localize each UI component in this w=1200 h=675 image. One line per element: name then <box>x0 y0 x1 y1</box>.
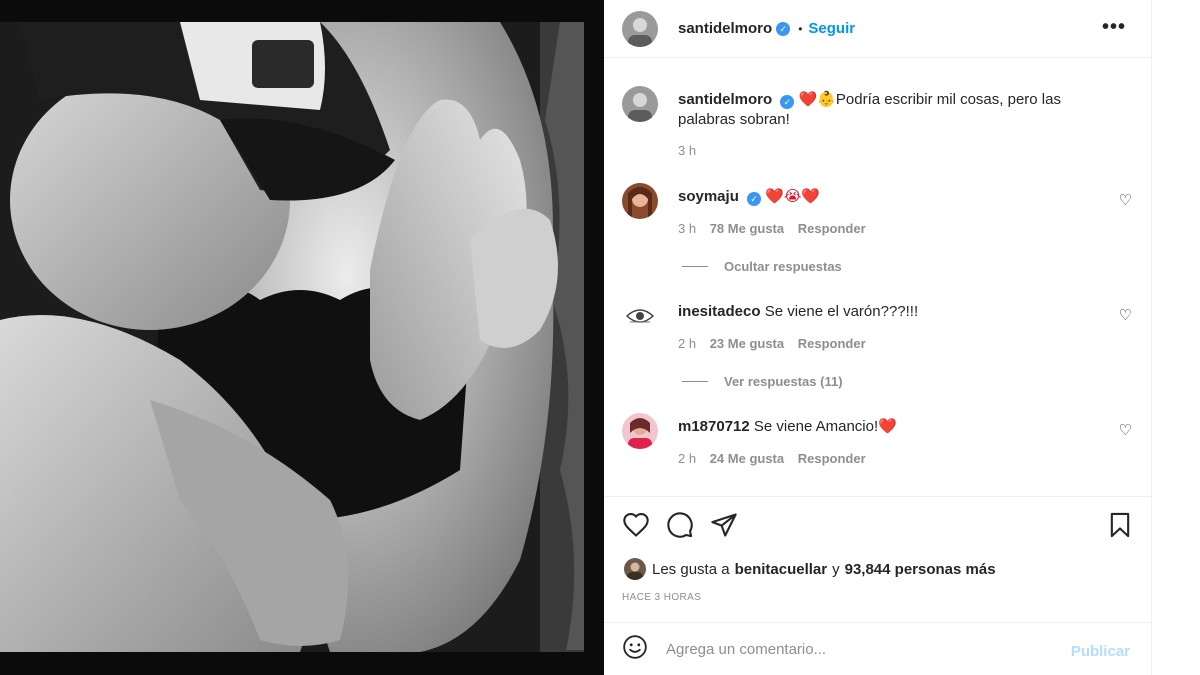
reply-button[interactable]: Responder <box>798 451 866 466</box>
verified-badge-icon: ✓ <box>747 192 762 206</box>
comment-time[interactable]: 2 h <box>678 451 696 466</box>
comment-emoji: ❤️ <box>878 418 897 435</box>
comment-item: m1870712 Se viene Amancio!❤️ ♡ 2 h 24 Me… <box>622 413 1142 477</box>
caption-row: santidelmoro ✓ ❤️👶Podría escribir mil co… <box>622 86 1142 160</box>
comment-bar: Publicar <box>604 622 1152 675</box>
author-avatar[interactable] <box>622 10 658 47</box>
caption-time[interactable]: 3 h <box>678 143 696 158</box>
reply-button[interactable]: Responder <box>798 336 866 351</box>
likes-prefix: Les gusta a <box>652 560 730 578</box>
toggle-replies-label: Ver respuestas (11) <box>724 374 843 389</box>
comment-username[interactable]: soymaju <box>678 188 739 205</box>
caption-avatar[interactable] <box>622 86 658 122</box>
comment-time[interactable]: 3 h <box>678 221 696 236</box>
follow-button[interactable]: Seguir <box>808 20 855 37</box>
comment-meta: 2 h 24 Me gusta Responder <box>678 451 876 466</box>
comment-text: Se viene el varón???!!! <box>764 303 919 320</box>
header-separator: • <box>798 21 803 36</box>
caption-username[interactable]: santidelmoro <box>678 91 772 108</box>
commenter-avatar[interactable] <box>622 298 658 334</box>
verified-badge-icon: ✓ <box>780 95 795 109</box>
liker-username[interactable]: benitacuellar <box>735 561 828 578</box>
like-comment-heart-icon[interactable]: ♡ <box>1119 191 1132 209</box>
comment-item: inesitadeco Se viene el varón???!!! ♡ 2 … <box>622 298 1142 398</box>
comment-likes[interactable]: 23 Me gusta <box>710 336 784 351</box>
share-icon[interactable] <box>710 511 738 544</box>
smiley-icon[interactable] <box>622 634 648 665</box>
author-username[interactable]: santidelmoro <box>678 20 772 37</box>
comment-icon[interactable] <box>666 511 694 544</box>
right-gutter <box>1152 0 1200 675</box>
comment-input[interactable] <box>666 640 1046 658</box>
comment-text-block: m1870712 Se viene Amancio!❤️ <box>678 417 1118 437</box>
likes-others[interactable]: 93,844 personas más <box>845 561 996 578</box>
comment-meta: 2 h 23 Me gusta Responder <box>678 336 876 351</box>
comment-item: soymaju ✓ ❤️😭❤️ ♡ 3 h 78 Me gusta Respon… <box>622 183 1142 283</box>
more-options-icon[interactable]: ••• <box>1102 17 1126 37</box>
likes-summary: Les gusta a benitacuellar y 93,844 perso… <box>624 558 996 580</box>
heart-outline-icon[interactable] <box>622 511 650 544</box>
post-side-panel: santidelmoro ✓ • Seguir ••• santidelmoro… <box>604 0 1152 675</box>
commenter-avatar[interactable] <box>622 413 658 449</box>
post-photo[interactable] <box>0 0 604 675</box>
replies-divider <box>682 266 708 267</box>
post-time-ago[interactable]: HACE 3 HORAS <box>622 592 701 603</box>
toggle-replies-button[interactable]: Ocultar respuestas <box>682 259 842 274</box>
publish-button[interactable]: Publicar <box>1071 643 1130 660</box>
post-header: santidelmoro ✓ • Seguir ••• <box>604 0 1152 58</box>
likes-connector: y <box>832 560 840 578</box>
comment-username[interactable]: m1870712 <box>678 418 750 435</box>
verified-badge-icon: ✓ <box>776 21 791 36</box>
bookmark-icon[interactable] <box>1106 511 1134 544</box>
comment-time[interactable]: 2 h <box>678 336 696 351</box>
comment-emoji: ❤️😭❤️ <box>765 188 821 205</box>
comment-likes[interactable]: 24 Me gusta <box>710 451 784 466</box>
commenter-avatar[interactable] <box>622 183 658 219</box>
like-comment-heart-icon[interactable]: ♡ <box>1119 421 1132 439</box>
caption-meta: 3 h <box>678 143 706 158</box>
like-comment-heart-icon[interactable]: ♡ <box>1119 306 1132 324</box>
comment-text-block: soymaju ✓ ❤️😭❤️ <box>678 187 1118 207</box>
comment-text: Se viene Amancio! <box>753 418 879 435</box>
toggle-replies-button[interactable]: Ver respuestas (11) <box>682 374 843 389</box>
caption-emoji: ❤️👶 <box>798 91 836 108</box>
liker-avatar[interactable] <box>624 558 646 580</box>
caption-text-block: santidelmoro ✓ ❤️👶Podría escribir mil co… <box>678 90 1118 130</box>
comment-username[interactable]: inesitadeco <box>678 303 761 320</box>
action-bar <box>604 496 1152 556</box>
comment-text-block: inesitadeco Se viene el varón???!!! <box>678 302 1118 322</box>
toggle-replies-label: Ocultar respuestas <box>724 259 842 274</box>
comment-meta: 3 h 78 Me gusta Responder <box>678 221 876 236</box>
photo-image <box>0 0 604 675</box>
reply-button[interactable]: Responder <box>798 221 866 236</box>
comment-likes[interactable]: 78 Me gusta <box>710 221 784 236</box>
replies-divider <box>682 381 708 382</box>
